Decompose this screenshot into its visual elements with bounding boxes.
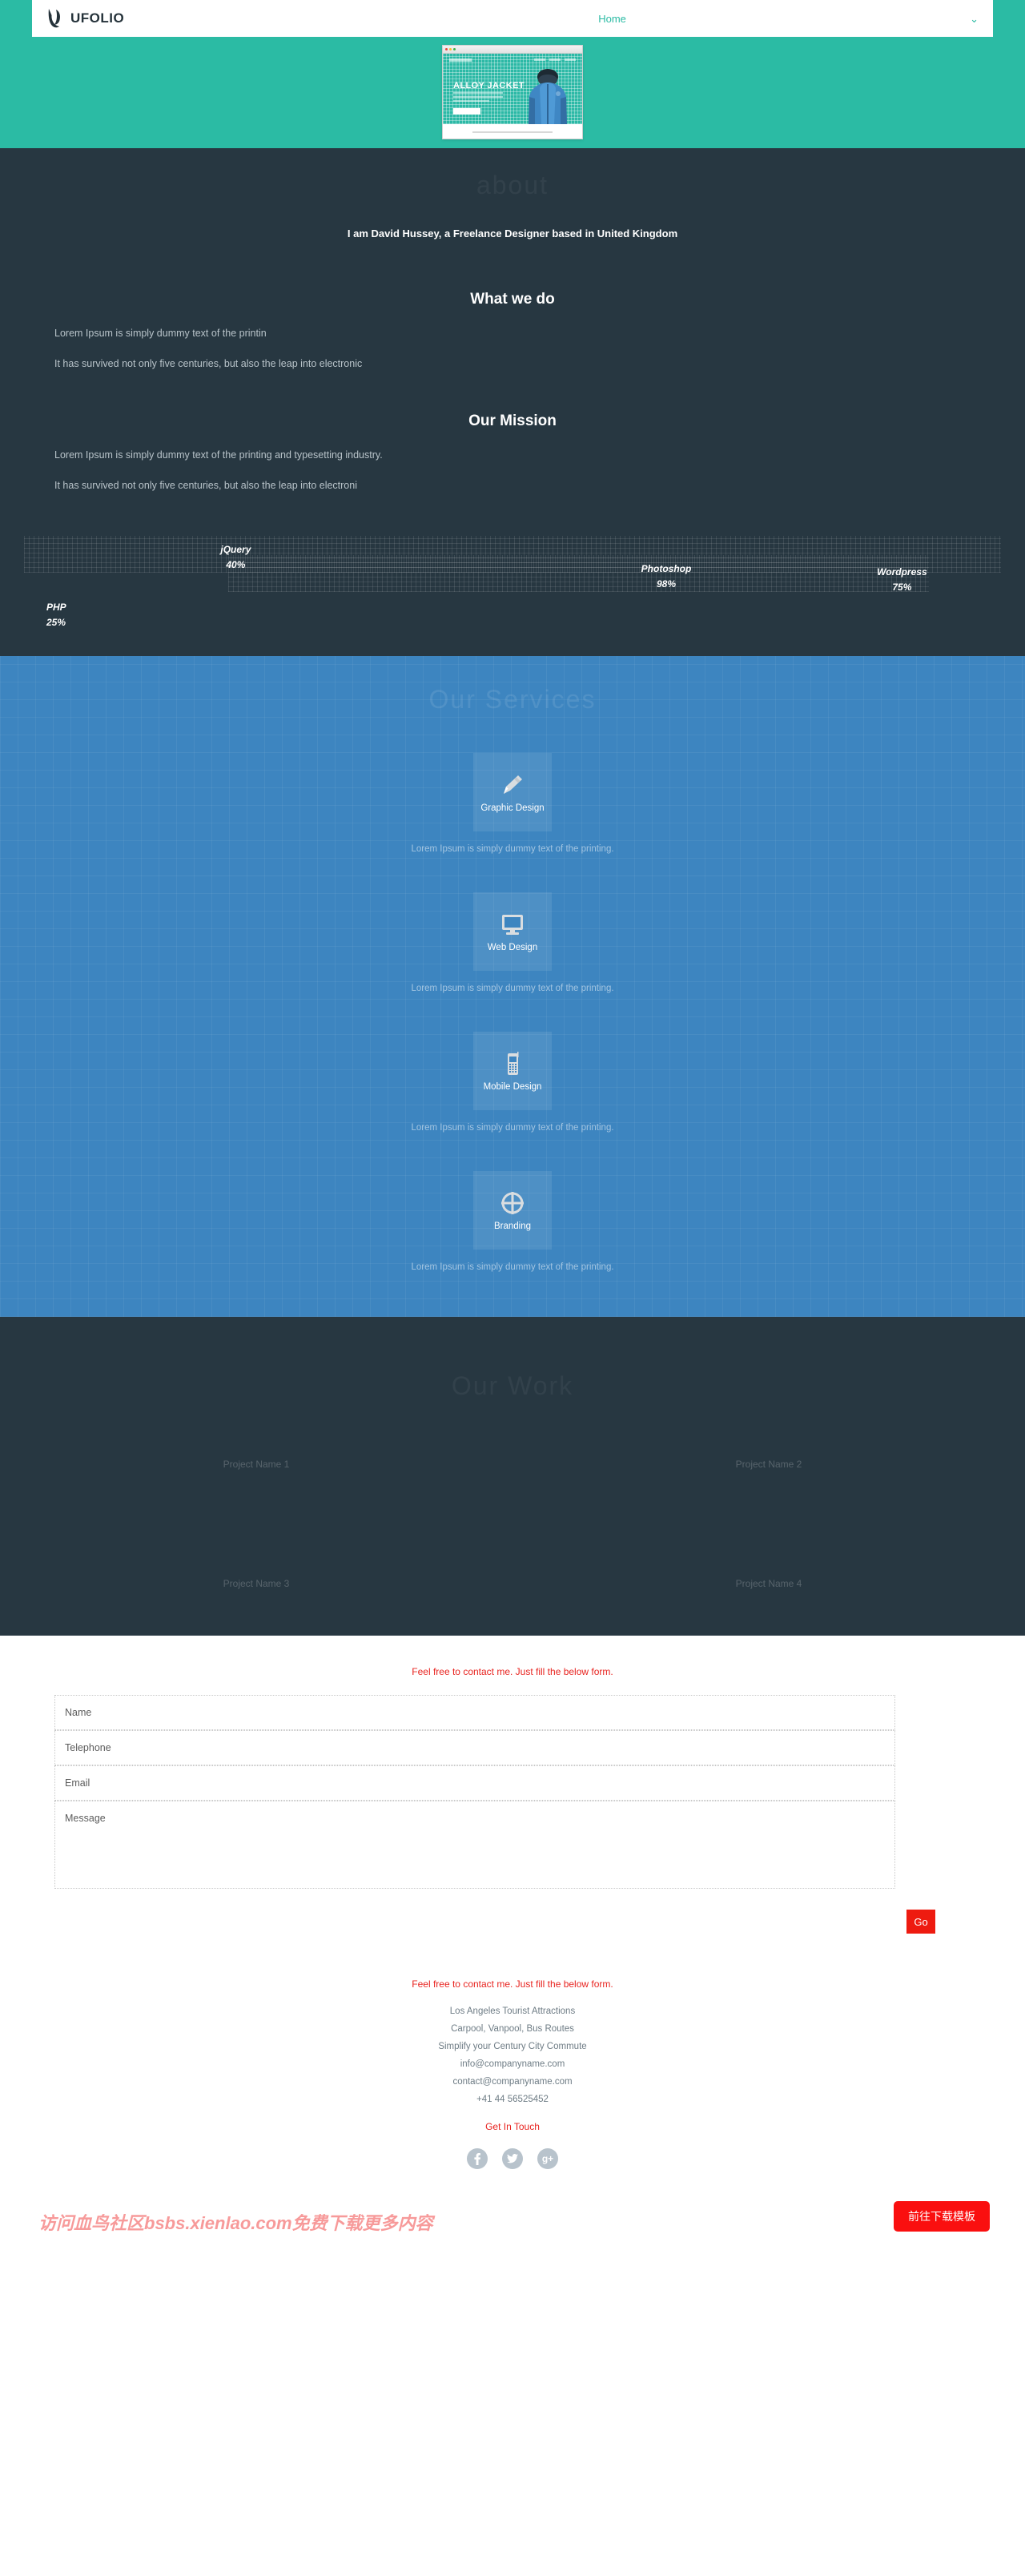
skill-percent: 25% [46, 616, 66, 628]
work-grid: Project Name 1 Project Name 2 Project Na… [0, 1401, 1025, 1589]
googleplus-icon[interactable]: g+ [537, 2148, 558, 2169]
hero-section: UFOLIO Home ⌄ ALLOY JACKET [0, 0, 1025, 148]
our-mission-title: Our Mission [468, 413, 557, 429]
mockup-paragraph-placeholder [453, 92, 503, 104]
what-we-do-p1: Lorem Ipsum is simply dummy text of the … [54, 328, 267, 339]
skill-row-wordpress: Wordpress 75% [0, 547, 1025, 593]
services-section: Our Services Graphic Design Lorem Ipsum … [0, 656, 1025, 1317]
what-we-do-title: What we do [470, 291, 555, 308]
about-tagline: I am David Hussey, a Freelance Designer … [347, 227, 678, 239]
skills-section: jQuery 40% Photoshop 98% Wordpress 75% P… [0, 496, 1025, 656]
service-item-graphic-design: Graphic Design Lorem Ipsum is simply dum… [0, 714, 1025, 854]
footer-phone: +41 44 56525452 [476, 2095, 549, 2104]
our-mission-block: Our Mission Lorem Ipsum is simply dummy … [0, 369, 1025, 496]
email-input[interactable] [54, 1765, 895, 1801]
what-we-do-block: What we do Lorem Ipsum is simply dummy t… [0, 248, 1025, 369]
download-template-button[interactable]: 前往下载模板 [894, 2201, 990, 2232]
nav-links: Home [255, 13, 970, 25]
facebook-icon[interactable] [467, 2148, 488, 2169]
work-item[interactable]: Project Name 2 [512, 1459, 1025, 1470]
skill-name: Wordpress [877, 566, 927, 578]
footer-line: Simplify your Century City Commute [438, 2042, 587, 2051]
mockup-close-dot [445, 48, 448, 50]
service-card[interactable]: Branding [473, 1171, 552, 1250]
watermark-bar: 访问血鸟社区bsbs.xienlao.com免费下载更多内容 前往下载模板 [0, 2196, 1025, 2248]
mockup-minimize-dot [449, 48, 452, 50]
our-mission-p1: Lorem Ipsum is simply dummy text of the … [54, 449, 383, 461]
service-desc: Lorem Ipsum is simply dummy text of the … [411, 844, 614, 854]
ufolio-logo-icon [46, 8, 64, 29]
work-item[interactable]: Project Name 3 [0, 1578, 512, 1589]
service-desc: Lorem Ipsum is simply dummy text of the … [411, 984, 614, 993]
mockup-footer [443, 124, 582, 139]
hero-browser-mockup: ALLOY JACKET [442, 45, 583, 139]
about-ghost-heading: about [476, 171, 549, 199]
contact-section: Feel free to contact me. Just fill the b… [0, 1636, 1025, 1934]
globe-crosshair-icon [501, 1192, 524, 1214]
mockup-titlebar [443, 46, 582, 54]
services-ghost-heading: Our Services [428, 685, 597, 714]
about-section: about I am David Hussey, a Freelance Des… [0, 148, 1025, 656]
skill-label-php: PHP 25% [46, 600, 66, 630]
mockup-viewport: ALLOY JACKET [443, 54, 582, 124]
footer-email[interactable]: contact@companyname.com [0, 2073, 1025, 2091]
brand-name: UFOLIO [70, 10, 125, 26]
work-item[interactable]: Project Name 1 [0, 1459, 512, 1470]
service-card[interactable]: Mobile Design [473, 1032, 552, 1110]
work-item[interactable]: Project Name 4 [512, 1578, 1025, 1589]
service-name: Mobile Design [483, 1082, 542, 1092]
service-card[interactable]: Graphic Design [473, 753, 552, 831]
footer-headline: Feel free to contact me. Just fill the b… [412, 1978, 613, 1990]
submit-button[interactable]: Go [906, 1910, 935, 1934]
get-in-touch-link[interactable]: Get In Touch [0, 2108, 1025, 2145]
service-desc: Lorem Ipsum is simply dummy text of the … [411, 1123, 614, 1133]
mockup-heading: ALLOY JACKET [453, 81, 525, 91]
skill-name: PHP [46, 602, 66, 613]
service-name: Branding [493, 1222, 532, 1231]
service-card[interactable]: Web Design [473, 892, 552, 971]
submit-row: Go [0, 1889, 1025, 1934]
our-mission-p2: It has survived not only five centuries,… [54, 480, 357, 491]
social-links: g+ [0, 2145, 1025, 2169]
contact-note: Feel free to contact me. Just fill the b… [412, 1666, 613, 1677]
twitter-icon[interactable] [502, 2148, 523, 2169]
service-name: Web Design [487, 943, 538, 952]
service-item-web-design: Web Design Lorem Ipsum is simply dummy t… [0, 854, 1025, 993]
mockup-maximize-dot [453, 48, 456, 50]
service-name: Graphic Design [480, 803, 545, 813]
mockup-nav-placeholder [534, 58, 576, 62]
jacket-product-image [529, 69, 567, 124]
work-ghost-heading: Our Work [451, 1371, 574, 1400]
name-input[interactable] [54, 1695, 895, 1730]
brand-logo[interactable]: UFOLIO [46, 8, 255, 29]
mobile-phone-icon [508, 1052, 519, 1075]
message-input[interactable] [54, 1801, 895, 1889]
mockup-logo-placeholder [449, 58, 472, 62]
footer-line: Los Angeles Tourist Attractions [449, 2006, 576, 2016]
pencil-icon [504, 775, 522, 794]
navbar: UFOLIO Home ⌄ [32, 0, 993, 37]
monitor-icon [502, 915, 523, 935]
watermark-text: 访问血鸟社区bsbs.xienlao.com免费下载更多内容 [38, 2213, 433, 2233]
mockup-cta-placeholder [453, 108, 480, 115]
footer-email[interactable]: info@companyname.com [0, 2055, 1025, 2073]
service-item-branding: Branding Lorem Ipsum is simply dummy tex… [0, 1133, 1025, 1272]
footer-line: Carpool, Vanpool, Bus Routes [451, 2024, 574, 2034]
skill-row-php: PHP 25% [0, 590, 1025, 632]
mockup-topbar [449, 58, 576, 62]
footer-section: Feel free to contact me. Just fill the b… [0, 1934, 1025, 2196]
telephone-input[interactable] [54, 1730, 895, 1765]
what-we-do-p2: It has survived not only five centuries,… [54, 358, 363, 369]
chevron-down-icon[interactable]: ⌄ [970, 14, 979, 24]
service-desc: Lorem Ipsum is simply dummy text of the … [411, 1262, 614, 1272]
nav-item-home[interactable]: Home [598, 13, 626, 25]
work-section: Our Work Project Name 1 Project Name 2 P… [0, 1317, 1025, 1636]
contact-form [0, 1695, 1025, 1889]
service-item-mobile-design: Mobile Design Lorem Ipsum is simply dumm… [0, 993, 1025, 1133]
